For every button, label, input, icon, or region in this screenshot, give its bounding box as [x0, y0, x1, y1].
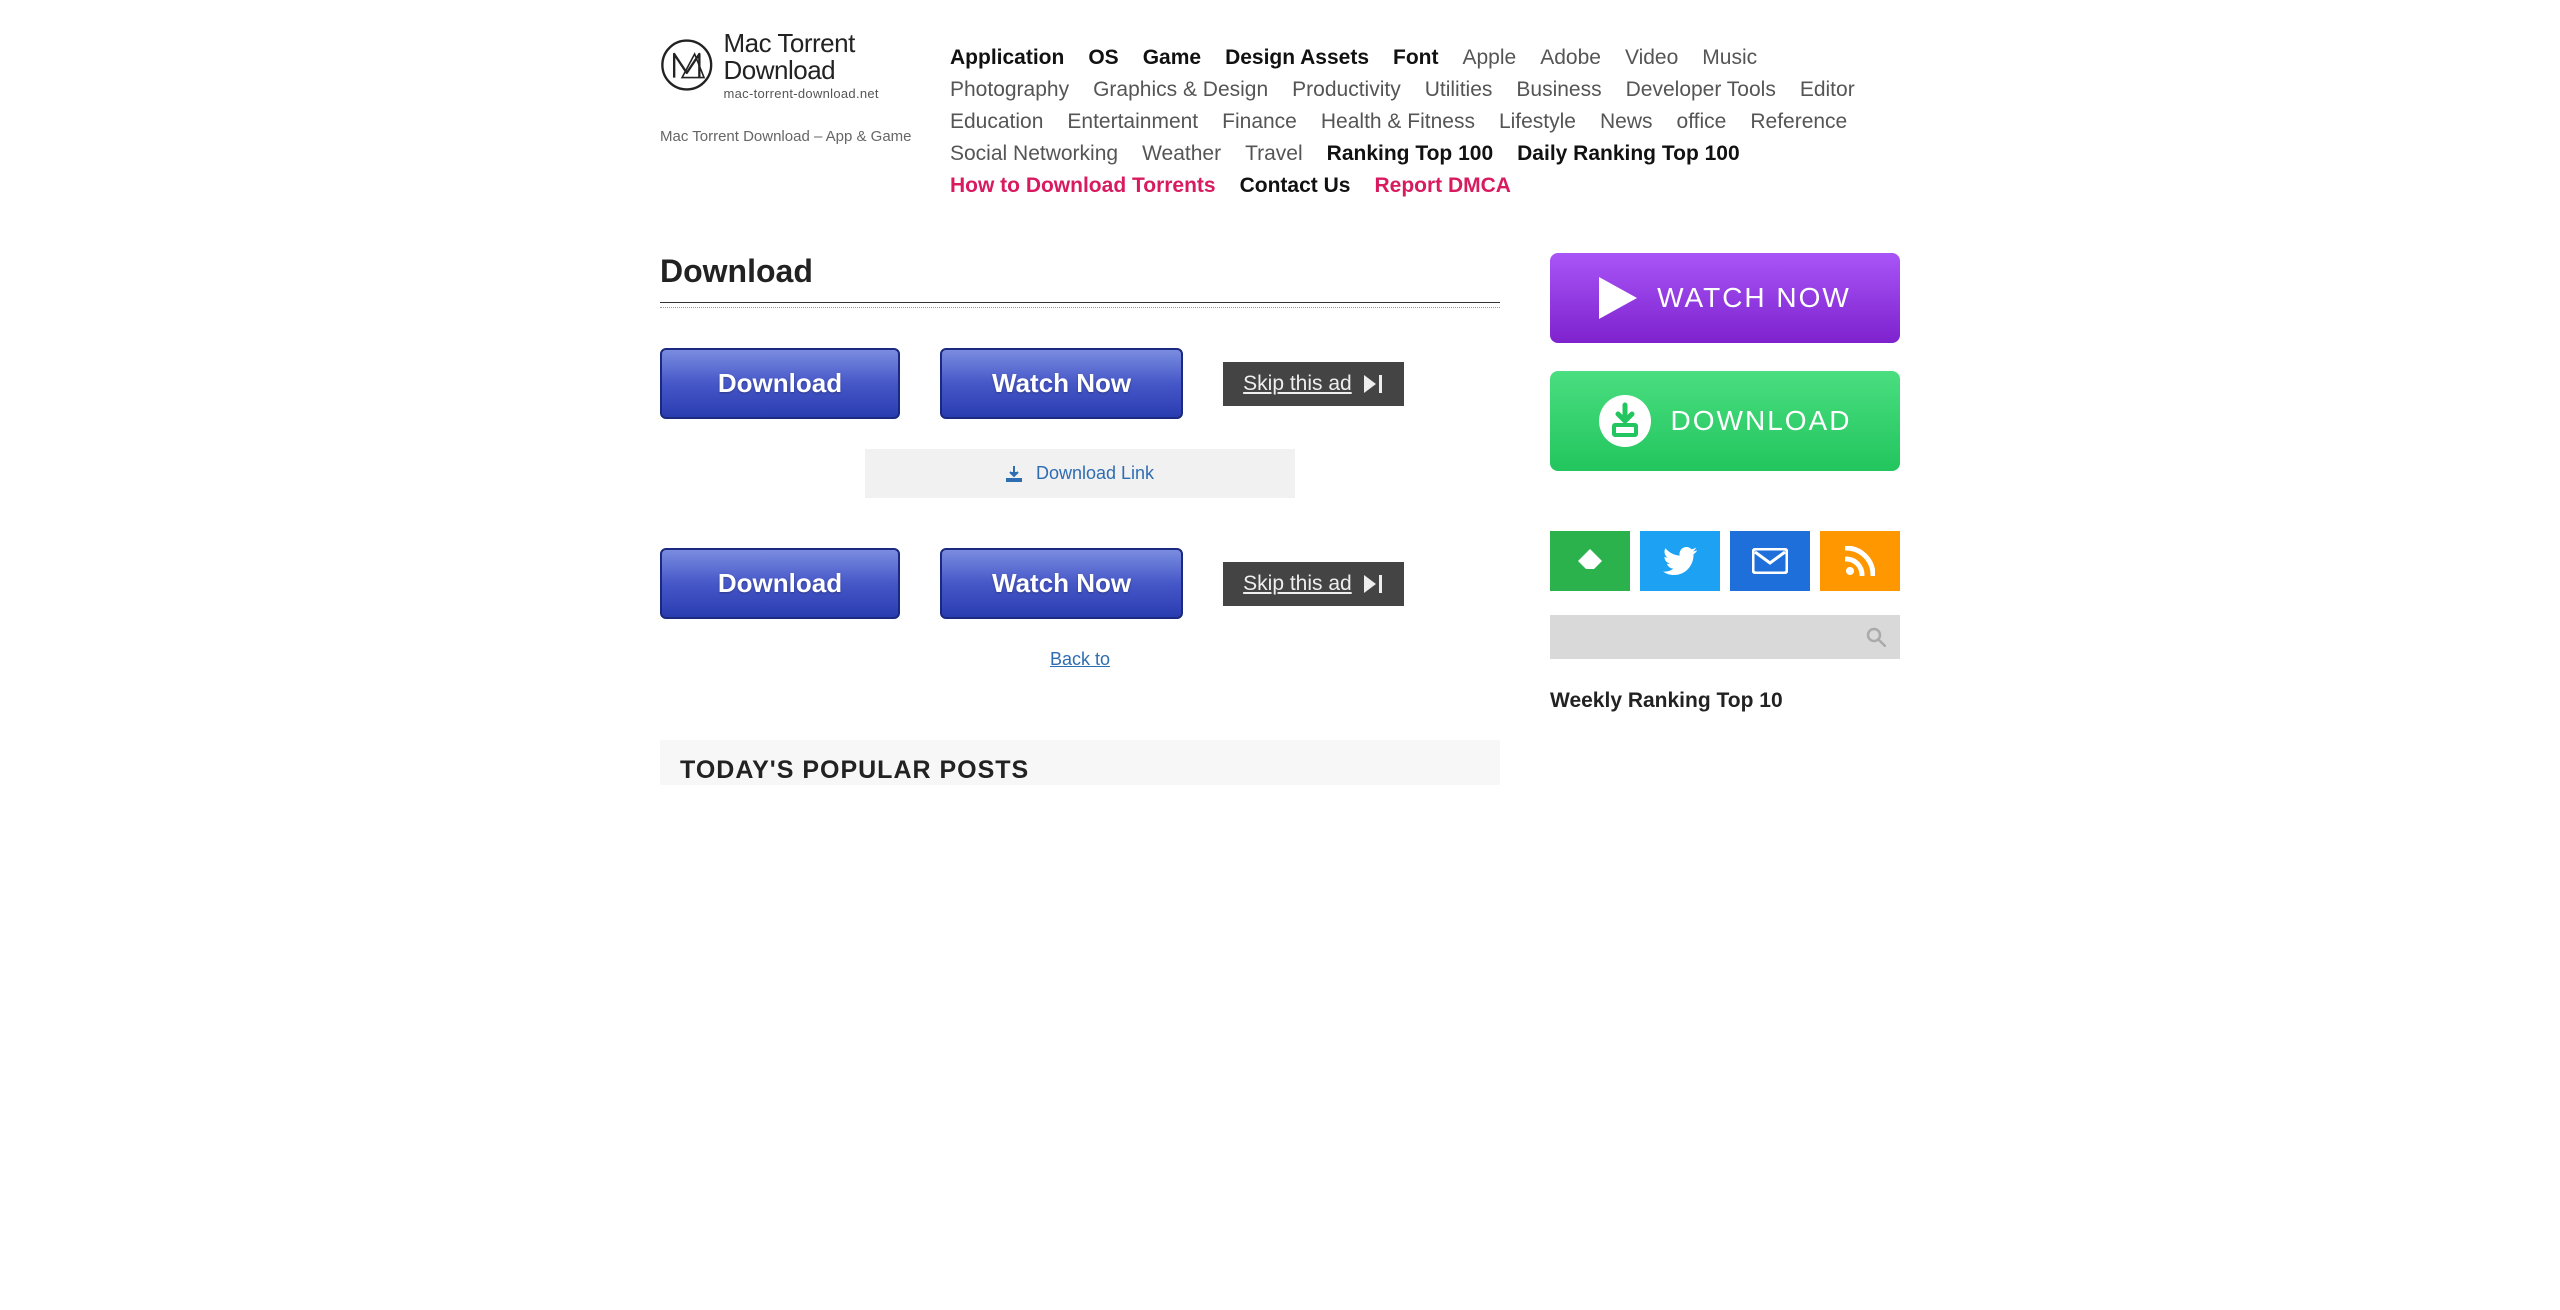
- nav-link[interactable]: Utilities: [1425, 78, 1493, 102]
- play-icon: [1599, 277, 1637, 319]
- nav-link[interactable]: Apple: [1463, 46, 1517, 70]
- ad-row: Download Watch Now Skip this ad: [660, 548, 1500, 619]
- nav-link[interactable]: Contact Us: [1240, 174, 1351, 198]
- nav-link[interactable]: Font: [1393, 46, 1438, 70]
- back-to-link[interactable]: Back to: [660, 649, 1500, 670]
- weekly-ranking-heading: Weekly Ranking Top 10: [1550, 689, 1900, 713]
- logo-subtitle: mac-torrent-download.net: [724, 87, 920, 101]
- feedly-icon: [1574, 545, 1606, 577]
- nav-link[interactable]: office: [1677, 110, 1727, 134]
- download-button[interactable]: DOWNLOAD: [1550, 371, 1900, 471]
- social-row: [1550, 531, 1900, 591]
- download-link-label: Download Link: [1036, 463, 1154, 484]
- ad-download-button[interactable]: Download: [660, 348, 900, 419]
- main-content: Download Download Watch Now Skip this ad…: [660, 253, 1500, 785]
- header: Mac Torrent Download mac-torrent-downloa…: [660, 0, 1900, 198]
- download-circle-icon: [1599, 395, 1651, 447]
- nav-link[interactable]: Design Assets: [1225, 46, 1369, 70]
- nav-link[interactable]: Photography: [950, 78, 1069, 102]
- nav-link[interactable]: Adobe: [1540, 46, 1601, 70]
- nav-link[interactable]: Travel: [1245, 142, 1303, 166]
- nav-link[interactable]: Social Networking: [950, 142, 1118, 166]
- ad-watch-button[interactable]: Watch Now: [940, 348, 1183, 419]
- nav-link[interactable]: Entertainment: [1067, 110, 1198, 134]
- nav-link[interactable]: Health & Fitness: [1321, 110, 1475, 134]
- skip-icon: [1364, 575, 1384, 593]
- nav-link[interactable]: News: [1600, 110, 1653, 134]
- mail-button[interactable]: [1730, 531, 1810, 591]
- rss-icon: [1845, 546, 1875, 576]
- twitter-button[interactable]: [1640, 531, 1720, 591]
- search-input[interactable]: [1550, 615, 1900, 659]
- divider: [660, 302, 1500, 303]
- nav-link[interactable]: Graphics & Design: [1093, 78, 1268, 102]
- nav-link[interactable]: Productivity: [1292, 78, 1401, 102]
- nav-link[interactable]: Report DMCA: [1374, 174, 1511, 198]
- nav-link[interactable]: Video: [1625, 46, 1678, 70]
- nav-link[interactable]: Game: [1143, 46, 1201, 70]
- nav-link[interactable]: Editor: [1800, 78, 1855, 102]
- nav-link[interactable]: OS: [1088, 46, 1118, 70]
- skip-ad-button[interactable]: Skip this ad: [1223, 362, 1404, 406]
- nav-link[interactable]: Weather: [1142, 142, 1221, 166]
- nav-link[interactable]: How to Download Torrents: [950, 174, 1216, 198]
- skip-icon: [1364, 375, 1384, 393]
- skip-ad-label: Skip this ad: [1243, 372, 1352, 396]
- todays-posts-heading: TODAY'S POPULAR POSTS: [660, 740, 1500, 785]
- search-icon: [1866, 627, 1886, 647]
- logo[interactable]: Mac Torrent Download mac-torrent-downloa…: [660, 30, 920, 100]
- watch-now-button[interactable]: WATCH NOW: [1550, 253, 1900, 343]
- download-icon: [1006, 466, 1022, 482]
- logo-icon: [660, 31, 714, 99]
- nav-link[interactable]: Music: [1702, 46, 1757, 70]
- ad-watch-button[interactable]: Watch Now: [940, 548, 1183, 619]
- ad-download-button[interactable]: Download: [660, 548, 900, 619]
- nav-link[interactable]: Education: [950, 110, 1043, 134]
- mail-icon: [1752, 548, 1788, 574]
- skip-ad-label: Skip this ad: [1243, 572, 1352, 596]
- tagline: Mac Torrent Download – App & Game: [660, 128, 920, 145]
- nav-link[interactable]: Reference: [1750, 110, 1847, 134]
- ad-row: Download Watch Now Skip this ad: [660, 348, 1500, 419]
- nav-link[interactable]: Developer Tools: [1626, 78, 1776, 102]
- nav-link[interactable]: Application: [950, 46, 1064, 70]
- twitter-icon: [1663, 547, 1697, 575]
- nav-link[interactable]: Daily Ranking Top 100: [1517, 142, 1740, 166]
- nav-link[interactable]: Lifestyle: [1499, 110, 1576, 134]
- download-link-button[interactable]: Download Link: [865, 449, 1295, 498]
- nav-link[interactable]: Finance: [1222, 110, 1297, 134]
- nav-link[interactable]: Ranking Top 100: [1327, 142, 1493, 166]
- logo-title: Mac Torrent Download: [724, 30, 920, 85]
- rss-button[interactable]: [1820, 531, 1900, 591]
- skip-ad-button[interactable]: Skip this ad: [1223, 562, 1404, 606]
- download-label: DOWNLOAD: [1671, 405, 1852, 437]
- logo-block: Mac Torrent Download mac-torrent-downloa…: [660, 30, 920, 145]
- page-title: Download: [660, 253, 1500, 290]
- main-nav: Application OS Game Design Assets Font Apple A…: [950, 30, 1900, 198]
- feedly-button[interactable]: [1550, 531, 1630, 591]
- nav-link[interactable]: Business: [1516, 78, 1601, 102]
- sidebar: WATCH NOW DOWNLOAD: [1550, 253, 1900, 713]
- watch-now-label: WATCH NOW: [1657, 282, 1851, 314]
- divider: [660, 307, 1500, 308]
